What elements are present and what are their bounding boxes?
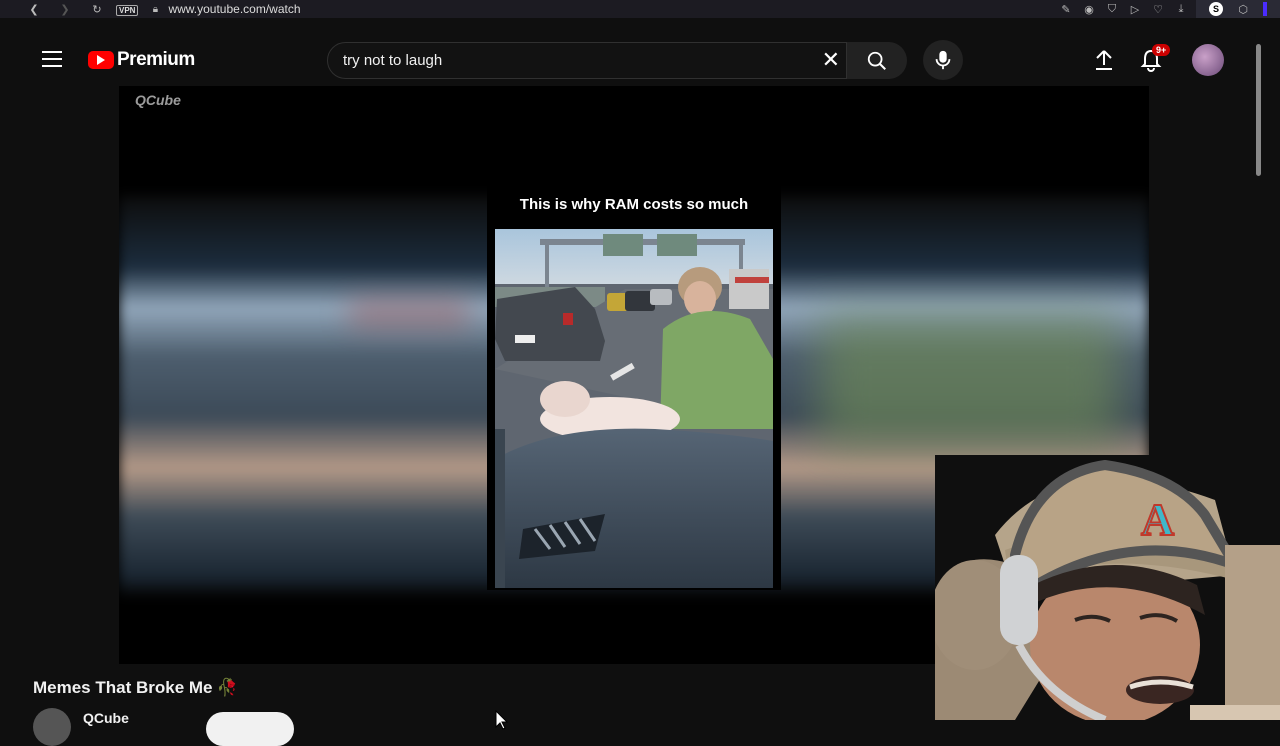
search-input[interactable]: try not to laugh ✕ — [327, 42, 847, 79]
lock-icon: 🔒︎ — [152, 3, 159, 15]
wilted-rose-emoji: 🥀 — [216, 678, 238, 698]
notification-count-badge: 9+ — [1152, 44, 1171, 56]
video-caption: This is why RAM costs so much — [519, 196, 749, 213]
download-icon[interactable]: ⤓ — [1174, 2, 1188, 16]
page-scrollbar[interactable] — [1256, 44, 1261, 176]
shield-icon[interactable]: ⛉ — [1105, 2, 1119, 16]
forward-icon[interactable]: ❯ — [58, 2, 72, 16]
youtube-play-icon — [88, 51, 114, 69]
microphone-icon — [935, 50, 951, 70]
video-title-text: Memes That Broke Me — [33, 678, 213, 697]
youtube-premium-logo[interactable]: Premium — [88, 49, 195, 71]
video-title: Memes That Broke Me 🥀 — [33, 678, 238, 698]
channel-watermark: QCube — [135, 92, 181, 108]
search-query-text: try not to laugh — [343, 52, 443, 69]
blur-highlight — [819, 316, 1119, 446]
search-icon — [867, 51, 886, 70]
reload-icon[interactable]: ↻ — [90, 2, 104, 16]
video-frame-image — [495, 229, 773, 588]
play-icon[interactable]: ▷ — [1128, 2, 1142, 16]
streamer-webcam: A — [935, 455, 1280, 720]
search-button[interactable] — [847, 42, 907, 79]
extensions-area: S ⬡ — [1196, 0, 1280, 18]
account-avatar[interactable] — [1192, 44, 1224, 76]
hamburger-menu-icon[interactable] — [42, 51, 62, 72]
subscribe-button[interactable] — [206, 712, 294, 746]
svg-text:A: A — [1141, 494, 1174, 545]
clear-search-icon[interactable]: ✕ — [822, 49, 840, 73]
camera-icon[interactable]: ◉ — [1082, 2, 1096, 16]
short-video-frame: This is why RAM costs so much — [487, 186, 781, 590]
extension-s-icon[interactable]: S — [1209, 2, 1223, 16]
youtube-header: Premium try not to laugh ✕ 9+ — [0, 18, 1280, 86]
mouse-cursor-icon — [495, 709, 509, 735]
channel-name[interactable]: QCube — [83, 710, 129, 726]
blur-highlight — [349, 301, 469, 326]
upload-icon[interactable] — [1093, 48, 1115, 77]
cube-icon[interactable]: ⬡ — [1236, 2, 1250, 16]
logo-text: Premium — [117, 49, 195, 70]
edit-icon[interactable]: ✎ — [1059, 2, 1073, 16]
vpn-button[interactable]: VPN — [116, 0, 139, 18]
sidebar-indicator — [1263, 2, 1267, 16]
heart-icon[interactable]: ♡ — [1151, 2, 1165, 16]
browser-toolbar: ❮ ❯ ↻ VPN 🔒︎ www.youtube.com/watch ✎ ◉ ⛉… — [0, 0, 1280, 18]
channel-avatar[interactable] — [33, 708, 71, 746]
voice-search-button[interactable] — [923, 40, 963, 80]
back-icon[interactable]: ❮ — [27, 2, 41, 16]
address-bar[interactable]: www.youtube.com/watch — [168, 2, 300, 16]
